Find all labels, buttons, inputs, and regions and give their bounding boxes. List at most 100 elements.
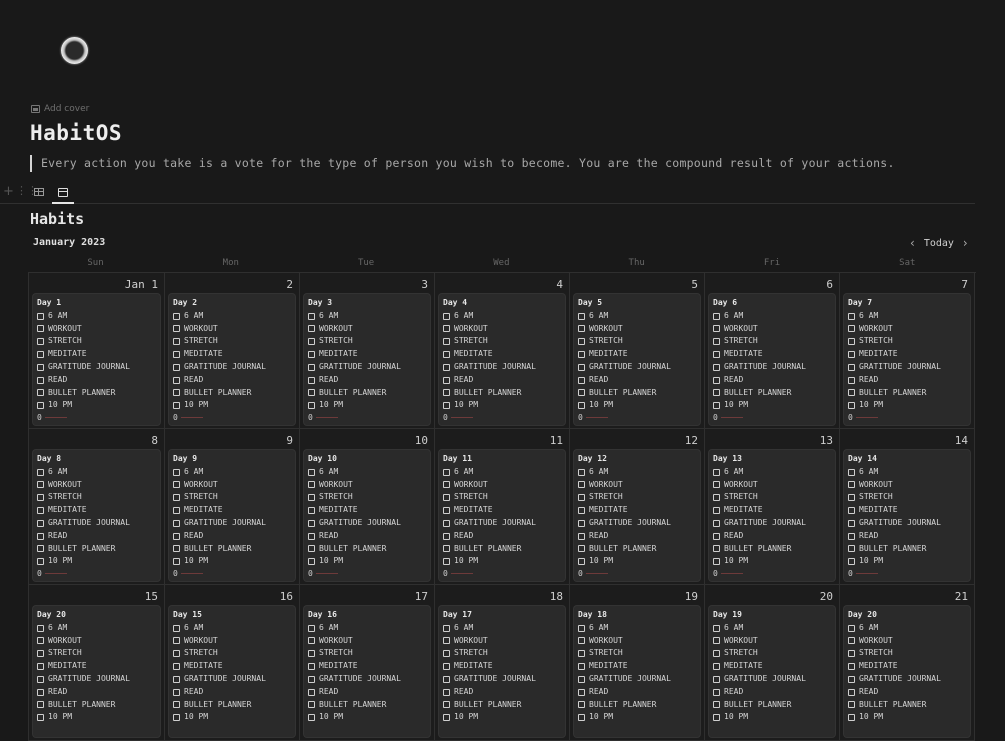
- habit-checkbox-row[interactable]: STRETCH: [443, 491, 561, 504]
- checkbox[interactable]: [713, 363, 720, 371]
- checkbox[interactable]: [308, 545, 315, 553]
- habit-checkbox-row[interactable]: 10 PM: [37, 555, 156, 568]
- habit-checkbox-row[interactable]: 10 PM: [848, 555, 966, 568]
- checkbox[interactable]: [848, 481, 855, 489]
- habit-checkbox-row[interactable]: MEDITATE: [308, 348, 426, 361]
- habit-checkbox-row[interactable]: GRATITUDE JOURNAL: [308, 517, 426, 530]
- checkbox[interactable]: [578, 624, 585, 632]
- checkbox[interactable]: [848, 376, 855, 384]
- calendar-day-cell[interactable]: 3 Day 3 6 AM WORKOUT STRETCH MEDITATE GRATITUD…: [300, 273, 435, 429]
- habit-checkbox-row[interactable]: WORKOUT: [37, 323, 156, 336]
- habit-checkbox-row[interactable]: WORKOUT: [37, 635, 156, 648]
- checkbox[interactable]: [308, 389, 315, 397]
- checkbox[interactable]: [173, 481, 180, 489]
- checkbox[interactable]: [37, 494, 44, 502]
- habit-checkbox-row[interactable]: WORKOUT: [37, 479, 156, 492]
- chevron-left-icon[interactable]: ‹: [910, 236, 915, 250]
- habit-checkbox-row[interactable]: 10 PM: [173, 399, 291, 412]
- habit-checkbox-row[interactable]: READ: [848, 374, 966, 387]
- habit-checkbox-row[interactable]: WORKOUT: [308, 635, 426, 648]
- habit-checkbox-row[interactable]: MEDITATE: [443, 348, 561, 361]
- habit-checkbox-row[interactable]: BULLET PLANNER: [578, 387, 696, 400]
- habit-checkbox-row[interactable]: 10 PM: [713, 711, 831, 724]
- checkbox[interactable]: [713, 663, 720, 671]
- habit-checkbox-row[interactable]: BULLET PLANNER: [173, 387, 291, 400]
- habit-checkbox-row[interactable]: GRATITUDE JOURNAL: [443, 361, 561, 374]
- checkbox[interactable]: [308, 663, 315, 671]
- checkbox[interactable]: [308, 558, 315, 566]
- habit-checkbox-row[interactable]: WORKOUT: [173, 635, 291, 648]
- calendar-day-cell[interactable]: 19 Day 18 6 AM WORKOUT STRETCH MEDITATE GRATIT…: [570, 585, 705, 741]
- checkbox[interactable]: [713, 376, 720, 384]
- checkbox[interactable]: [848, 507, 855, 515]
- habit-checkbox-row[interactable]: BULLET PLANNER: [443, 543, 561, 556]
- checkbox[interactable]: [37, 507, 44, 515]
- habit-checkbox-row[interactable]: STRETCH: [443, 647, 561, 660]
- calendar-day-cell[interactable]: 2 Day 2 6 AM WORKOUT STRETCH MEDITATE GRATITUD…: [165, 273, 300, 429]
- checkbox[interactable]: [713, 637, 720, 645]
- calendar-day-cell[interactable]: 21 Day 20 6 AM WORKOUT STRETCH MEDITATE GRATIT…: [840, 585, 975, 741]
- habit-checkbox-row[interactable]: WORKOUT: [713, 323, 831, 336]
- habit-checkbox-row[interactable]: BULLET PLANNER: [173, 543, 291, 556]
- habit-checkbox-row[interactable]: BULLET PLANNER: [848, 387, 966, 400]
- checkbox[interactable]: [173, 376, 180, 384]
- checkbox[interactable]: [578, 558, 585, 566]
- habit-checkbox-row[interactable]: STRETCH: [308, 335, 426, 348]
- checkbox[interactable]: [578, 507, 585, 515]
- habit-card[interactable]: Day 12 6 AM WORKOUT STRETCH MEDITATE GRATITUD…: [574, 450, 700, 581]
- today-button[interactable]: Today: [924, 238, 954, 249]
- checkbox[interactable]: [713, 519, 720, 527]
- habit-checkbox-row[interactable]: 10 PM: [308, 555, 426, 568]
- checkbox[interactable]: [173, 714, 180, 722]
- checkbox[interactable]: [713, 351, 720, 359]
- habit-checkbox-row[interactable]: 10 PM: [443, 399, 561, 412]
- checkbox[interactable]: [308, 376, 315, 384]
- habit-checkbox-row[interactable]: 6 AM: [173, 466, 291, 479]
- checkbox[interactable]: [37, 663, 44, 671]
- checkbox[interactable]: [308, 338, 315, 346]
- checkbox[interactable]: [578, 532, 585, 540]
- checkbox[interactable]: [173, 325, 180, 333]
- checkbox[interactable]: [443, 338, 450, 346]
- calendar-day-cell[interactable]: 20 Day 19 6 AM WORKOUT STRETCH MEDITATE GRATIT…: [705, 585, 840, 741]
- checkbox[interactable]: [443, 312, 450, 320]
- habit-checkbox-row[interactable]: READ: [443, 374, 561, 387]
- checkbox[interactable]: [713, 532, 720, 540]
- habit-checkbox-row[interactable]: BULLET PLANNER: [848, 543, 966, 556]
- checkbox[interactable]: [713, 545, 720, 553]
- checkbox[interactable]: [443, 663, 450, 671]
- checkbox[interactable]: [713, 338, 720, 346]
- checkbox[interactable]: [37, 624, 44, 632]
- checkbox[interactable]: [578, 545, 585, 553]
- checkbox[interactable]: [308, 624, 315, 632]
- habit-card[interactable]: Day 20 6 AM WORKOUT STRETCH MEDITATE GRATITUD…: [33, 606, 160, 737]
- habit-checkbox-row[interactable]: STRETCH: [308, 647, 426, 660]
- habit-checkbox-row[interactable]: READ: [173, 686, 291, 699]
- habit-card[interactable]: Day 18 6 AM WORKOUT STRETCH MEDITATE GRATITUD…: [574, 606, 700, 737]
- checkbox[interactable]: [443, 650, 450, 658]
- calendar-day-cell[interactable]: 17 Day 16 6 AM WORKOUT STRETCH MEDITATE GRATIT…: [300, 585, 435, 741]
- habit-checkbox-row[interactable]: READ: [578, 686, 696, 699]
- habit-checkbox-row[interactable]: MEDITATE: [308, 504, 426, 517]
- habit-checkbox-row[interactable]: BULLET PLANNER: [443, 387, 561, 400]
- checkbox[interactable]: [173, 650, 180, 658]
- calendar-day-cell[interactable]: 4 Day 4 6 AM WORKOUT STRETCH MEDITATE GRATITUD…: [435, 273, 570, 429]
- habit-checkbox-row[interactable]: WORKOUT: [848, 323, 966, 336]
- checkbox[interactable]: [848, 650, 855, 658]
- checkbox[interactable]: [713, 650, 720, 658]
- habit-checkbox-row[interactable]: 10 PM: [308, 399, 426, 412]
- habit-checkbox-row[interactable]: MEDITATE: [713, 660, 831, 673]
- checkbox[interactable]: [578, 376, 585, 384]
- checkbox[interactable]: [443, 519, 450, 527]
- habit-checkbox-row[interactable]: 6 AM: [443, 466, 561, 479]
- habit-checkbox-row[interactable]: BULLET PLANNER: [443, 699, 561, 712]
- habit-checkbox-row[interactable]: WORKOUT: [713, 635, 831, 648]
- checkbox[interactable]: [173, 351, 180, 359]
- checkbox[interactable]: [173, 468, 180, 476]
- habit-card[interactable]: Day 4 6 AM WORKOUT STRETCH MEDITATE GRATITUDE…: [439, 294, 565, 425]
- habit-checkbox-row[interactable]: 10 PM: [578, 711, 696, 724]
- checkbox[interactable]: [578, 402, 585, 410]
- habit-checkbox-row[interactable]: 10 PM: [37, 711, 156, 724]
- checkbox[interactable]: [848, 663, 855, 671]
- checkbox[interactable]: [443, 468, 450, 476]
